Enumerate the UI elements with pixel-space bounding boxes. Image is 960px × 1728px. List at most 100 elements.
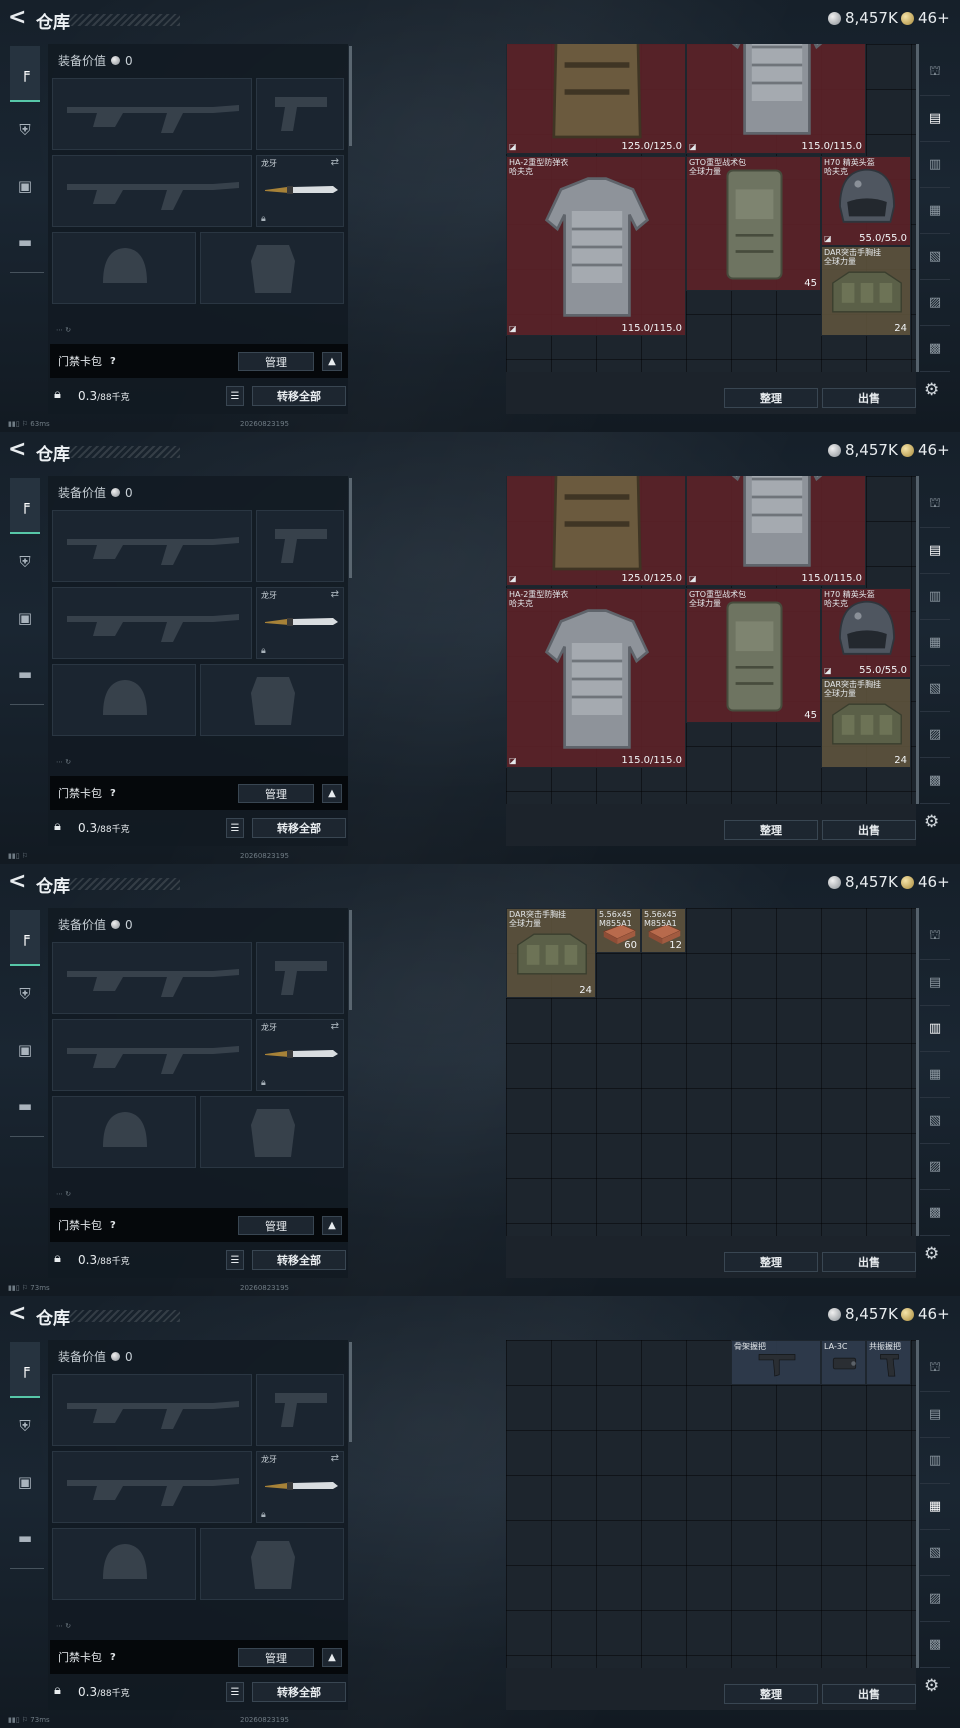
stash-tab-3[interactable]: ▦ bbox=[920, 620, 950, 666]
manage-button[interactable]: 管理 bbox=[238, 784, 314, 803]
armor-slot[interactable] bbox=[200, 232, 344, 304]
primary-weapon-slot[interactable] bbox=[52, 510, 252, 582]
sort-button[interactable]: 整理 bbox=[724, 388, 818, 408]
stash-item-laser[interactable]: LA-3C bbox=[821, 1340, 866, 1385]
stash-scrollbar[interactable] bbox=[916, 476, 919, 804]
stash-tab-6[interactable]: ▩ bbox=[920, 1190, 950, 1236]
primary-weapon-slot[interactable] bbox=[52, 1374, 252, 1446]
stash-tab-4[interactable]: ▧ bbox=[920, 666, 950, 712]
armor-slot[interactable] bbox=[200, 1528, 344, 1600]
stash-tab-4[interactable]: ▧ bbox=[920, 1098, 950, 1144]
back-button[interactable]: < bbox=[8, 871, 32, 895]
sell-button[interactable]: 出售 bbox=[822, 388, 916, 408]
helmet-slot[interactable] bbox=[52, 1528, 196, 1600]
armor-slot[interactable] bbox=[200, 664, 344, 736]
gold-currency[interactable]: 46+ bbox=[901, 873, 950, 891]
transfer-all-button[interactable]: 转移全部 bbox=[252, 818, 346, 838]
stash-tab-3[interactable]: ▦ bbox=[920, 188, 950, 234]
sort-button[interactable]: 整理 bbox=[724, 1252, 818, 1272]
armor-slot[interactable] bbox=[200, 1096, 344, 1168]
tab-backpack[interactable]: ▬ bbox=[10, 646, 40, 702]
stash-tab-1[interactable]: ▤ bbox=[920, 960, 950, 1006]
stash-item-vest_top[interactable]: 125.0/125.0 ◪ bbox=[506, 476, 686, 586]
stash-tab-2[interactable]: ▥ bbox=[920, 574, 950, 620]
help-icon[interactable]: ? bbox=[110, 1652, 116, 1663]
sell-button[interactable]: 出售 bbox=[822, 1684, 916, 1704]
stash-tab-0[interactable]: ⛫ bbox=[920, 914, 950, 960]
stash-item-stock[interactable]: 骨架握把 bbox=[731, 1340, 821, 1385]
swap-icon[interactable]: ⇄ bbox=[331, 157, 339, 168]
manage-button[interactable]: 管理 bbox=[238, 1216, 314, 1235]
secondary-weapon-slot[interactable] bbox=[52, 1019, 252, 1091]
stash-tab-6[interactable]: ▩ bbox=[920, 1622, 950, 1668]
stash-tab-3[interactable]: ▦ bbox=[920, 1484, 950, 1530]
helmet-slot[interactable] bbox=[52, 664, 196, 736]
chevron-up-icon[interactable]: ▲ bbox=[322, 1216, 342, 1235]
stash-scrollbar[interactable] bbox=[916, 908, 919, 1236]
back-button[interactable]: < bbox=[8, 7, 32, 31]
loadout-scrollbar[interactable] bbox=[349, 1342, 352, 1442]
loadout-scrollbar[interactable] bbox=[349, 910, 352, 1010]
stash-scrollbar[interactable] bbox=[916, 44, 919, 372]
gear-icon[interactable]: ⚙ bbox=[924, 1676, 939, 1696]
list-icon[interactable]: ☰ bbox=[226, 1682, 244, 1702]
melee-slot[interactable]: 龙牙 ⇄ 🔒︎ bbox=[256, 155, 344, 227]
stash-item-helmet[interactable]: H70 精英头盔 哈夫克 55.0/55.0 ◪ bbox=[821, 156, 911, 246]
stash-tab-5[interactable]: ▨ bbox=[920, 280, 950, 326]
tab-weapons[interactable]: ╒ bbox=[10, 478, 40, 534]
tab-backpack[interactable]: ▬ bbox=[10, 214, 40, 270]
tab-armor[interactable]: ⛨ bbox=[10, 102, 40, 158]
pistol-slot[interactable] bbox=[256, 942, 344, 1014]
tab-backpack[interactable]: ▬ bbox=[10, 1510, 40, 1566]
stash-item-chestrig[interactable]: DAR突击手胸挂 全球力量 24 bbox=[821, 246, 911, 336]
secondary-weapon-slot[interactable] bbox=[52, 587, 252, 659]
stash-tab-0[interactable]: ⛫ bbox=[920, 50, 950, 96]
gold-currency[interactable]: 46+ bbox=[901, 441, 950, 459]
stash-tab-2[interactable]: ▥ bbox=[920, 1006, 950, 1052]
melee-slot[interactable]: 龙牙 ⇄ 🔒︎ bbox=[256, 587, 344, 659]
tab-armor[interactable]: ⛨ bbox=[10, 966, 40, 1022]
stash-item-chestrig[interactable]: DAR突击手胸挂 全球力量 24 bbox=[506, 908, 596, 998]
tab-rig[interactable]: ▣ bbox=[10, 158, 40, 214]
stash-tab-1[interactable]: ▤ bbox=[920, 1392, 950, 1438]
stash-tab-5[interactable]: ▨ bbox=[920, 712, 950, 758]
stash-grid[interactable]: 125.0/125.0 ◪ 115.0/115.0 ◪ HA-2重型防弹衣 哈夫克 … bbox=[506, 44, 916, 372]
melee-slot[interactable]: 龙牙 ⇄ 🔒︎ bbox=[256, 1451, 344, 1523]
help-icon[interactable]: ? bbox=[110, 1220, 116, 1231]
tab-weapons[interactable]: ╒ bbox=[10, 1342, 40, 1398]
sell-button[interactable]: 出售 bbox=[822, 1252, 916, 1272]
list-icon[interactable]: ☰ bbox=[226, 386, 244, 406]
tab-weapons[interactable]: ╒ bbox=[10, 46, 40, 102]
stash-item-ammo[interactable]: 5.56x45 M855A1 60 bbox=[596, 908, 641, 953]
manage-button[interactable]: 管理 bbox=[238, 1648, 314, 1667]
tab-armor[interactable]: ⛨ bbox=[10, 1398, 40, 1454]
tab-armor[interactable]: ⛨ bbox=[10, 534, 40, 590]
secondary-weapon-slot[interactable] bbox=[52, 1451, 252, 1523]
stash-tab-2[interactable]: ▥ bbox=[920, 142, 950, 188]
secondary-weapon-slot[interactable] bbox=[52, 155, 252, 227]
list-icon[interactable]: ☰ bbox=[226, 818, 244, 838]
stash-scrollbar[interactable] bbox=[916, 1340, 919, 1668]
stash-item-armor[interactable]: HA-2重型防弹衣 哈夫克 115.0/115.0 ◪ bbox=[506, 588, 686, 768]
stash-grid[interactable]: 骨架握把 LA-3C 共振握把 bbox=[506, 1340, 916, 1668]
stash-grid[interactable]: DAR突击手胸挂 全球力量 24 5.56x45 M855A1 60 5.56x… bbox=[506, 908, 916, 1236]
stash-item-armor[interactable]: HA-2重型防弹衣 哈夫克 115.0/115.0 ◪ bbox=[506, 156, 686, 336]
stash-item-grip[interactable]: 共振握把 bbox=[866, 1340, 911, 1385]
stash-item-armor_top[interactable]: 115.0/115.0 ◪ bbox=[686, 44, 866, 154]
stash-tab-4[interactable]: ▧ bbox=[920, 1530, 950, 1576]
pistol-slot[interactable] bbox=[256, 78, 344, 150]
stash-tab-5[interactable]: ▨ bbox=[920, 1144, 950, 1190]
helmet-slot[interactable] bbox=[52, 1096, 196, 1168]
transfer-all-button[interactable]: 转移全部 bbox=[252, 1682, 346, 1702]
manage-button[interactable]: 管理 bbox=[238, 352, 314, 371]
tab-rig[interactable]: ▣ bbox=[10, 1454, 40, 1510]
primary-weapon-slot[interactable] bbox=[52, 78, 252, 150]
pistol-slot[interactable] bbox=[256, 510, 344, 582]
tab-backpack[interactable]: ▬ bbox=[10, 1078, 40, 1134]
gear-icon[interactable]: ⚙ bbox=[924, 1244, 939, 1264]
stash-item-vest_top[interactable]: 125.0/125.0 ◪ bbox=[506, 44, 686, 154]
sort-button[interactable]: 整理 bbox=[724, 820, 818, 840]
tab-weapons[interactable]: ╒ bbox=[10, 910, 40, 966]
stash-tab-1[interactable]: ▤ bbox=[920, 528, 950, 574]
help-icon[interactable]: ? bbox=[110, 356, 116, 367]
